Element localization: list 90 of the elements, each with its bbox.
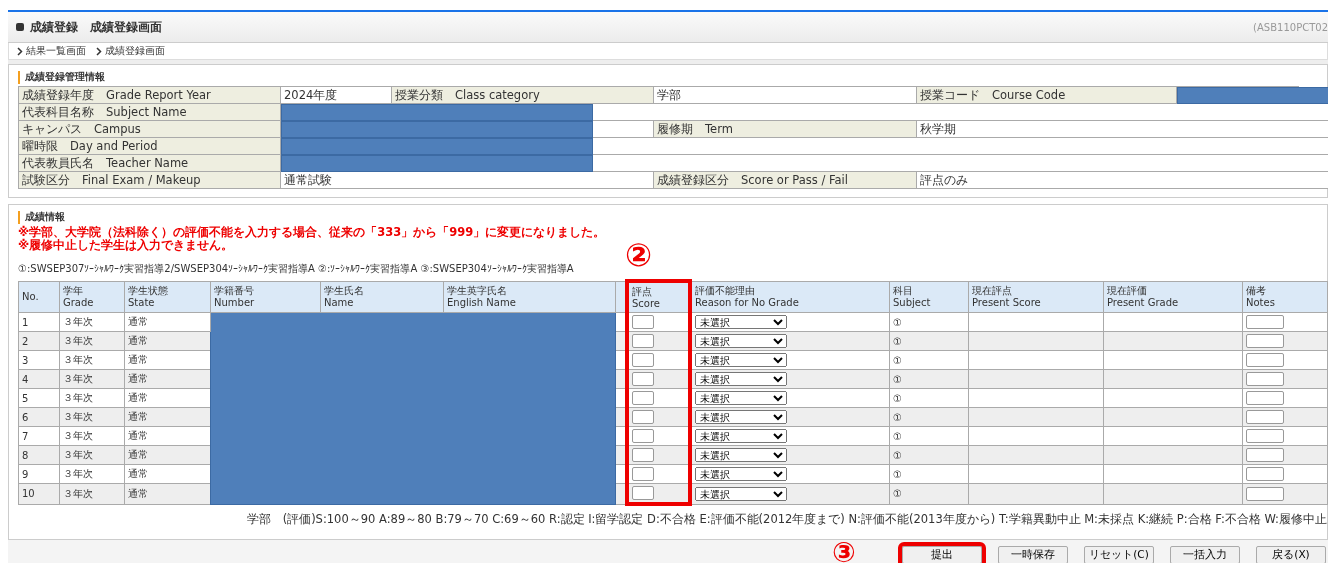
score-input[interactable] [632,486,654,500]
notes-input[interactable] [1246,372,1284,386]
callout-number: ③ [832,538,856,563]
table-cell: 1 [18,312,60,332]
reason-dropdown[interactable]: 未選択 [695,467,787,481]
reason-dropdown[interactable]: 未選択 [695,353,787,367]
notes-input[interactable] [1246,486,1284,501]
column-header: 学年 Grade [59,281,125,313]
chevron-icon [17,46,23,56]
score-input[interactable] [632,467,654,481]
field-value: 学部 [654,87,917,104]
column-header: 現在評点 Present Score [968,281,1104,313]
table-cell: ① [889,312,969,332]
field-label: キャンパス Campus [19,121,281,138]
notice-text: ※履修中止した学生は入力できません。 [18,239,234,252]
reason-dropdown[interactable]: 未選択 [695,410,787,424]
table-cell: 通常 [124,312,211,332]
table-cell: ① [889,350,969,370]
action-button[interactable]: リセット(C) [1084,546,1154,563]
table-cell: ３年次 [59,464,125,484]
field-label: 成績登録年度 Grade Report Year [19,87,281,104]
section-title: 成績情報 [18,211,1327,224]
field-label: 試験区分 Final Exam / Makeup [19,172,281,189]
reason-dropdown[interactable]: 未選択 [695,334,787,348]
notes-input[interactable] [1246,334,1284,348]
table-cell: 10 [18,483,60,504]
score-input[interactable] [632,334,654,348]
column-header: 評価不能理由 Reason for No Grade [690,281,890,313]
score-input[interactable] [632,372,654,386]
score-input[interactable] [632,429,654,443]
table-cell: ３年次 [59,426,125,446]
page-title: 成績登録 成績登録画面 [30,18,162,36]
score-input[interactable] [632,391,654,405]
field-label: 代表科目名称 Subject Name [19,104,281,121]
notes-input[interactable] [1246,448,1284,462]
score-input[interactable] [632,448,654,462]
table-cell: 9 [18,464,60,484]
action-button[interactable]: 戻る(X) [1256,546,1326,563]
field-label: 代表教員氏名 Teacher Name [19,155,281,172]
notes-input[interactable] [1246,391,1284,405]
field-value: 評点のみ [917,172,1328,189]
column-header: 学生状態 State [124,281,211,313]
notes-input[interactable] [1246,429,1284,443]
column-header: 学生氏名 Name [320,281,444,313]
notes-input[interactable] [1246,410,1284,424]
column-header: No. [18,281,60,313]
column-header: 学籍番号 Number [210,281,321,313]
table-cell: 5 [18,388,60,408]
breadcrumb-link[interactable]: 結果一覧画面 [17,44,86,58]
table-cell: ① [889,388,969,408]
field-value: 2024年度 [281,87,392,104]
table-cell: ① [889,426,969,446]
field-label: 授業分類 Class category [392,87,654,104]
field-label: 成績登録区分 Score or Pass / Fail [654,172,917,189]
reason-dropdown[interactable]: 未選択 [695,391,787,405]
score-input[interactable] [632,315,654,329]
field-label: 曜時限 Day and Period [19,138,281,155]
table-cell: ① [889,464,969,484]
grade-legend: 学部 (評価)S:100～90 A:89～80 B:79～70 C:69～60 R:認定 I:留学認定 D:不合格 E:評価不能(2012年度まで) N:評価不能(2013年度から) T:学籍異動中止 M:未採点 K:継続 P:合格 F:不合格 W:履修中止 [18,512,1327,527]
score-input[interactable] [632,353,654,367]
reason-dropdown[interactable]: 未選択 [695,315,787,329]
table-cell: 3 [18,350,60,370]
column-header: 科目 Subject [889,281,969,313]
field-value: 通常試験 [281,172,654,189]
notes-input[interactable] [1246,353,1284,367]
reason-dropdown[interactable]: 未選択 [695,372,787,386]
field-value: 秋学期 [917,121,1328,138]
score-input[interactable] [632,410,654,424]
reason-dropdown[interactable]: 未選択 [695,448,787,462]
square-icon [16,23,24,31]
column-header: 備考 Notes [1242,281,1328,313]
breadcrumb-link[interactable]: 成績登録画面 [96,44,165,58]
notice-text: ※学部、大学院（法科除く）の評価不能を入力する場合、従来の「333」から「999」に変更になりました。 [18,226,607,239]
reason-dropdown[interactable]: 未選択 [695,486,787,501]
column-header: 現在評価 Present Grade [1103,281,1243,313]
action-button[interactable]: 一時保存 [998,546,1068,563]
section-title: 成績登録管理情報 [18,71,1299,84]
notes-input[interactable] [1246,315,1284,329]
table-cell: ３年次 [59,312,125,332]
column-header: 学生英字氏名 English Name [443,281,616,313]
field-label: 授業コード Course Code [917,87,1177,104]
table-cell: ３年次 [59,350,125,370]
screen-id: (ASB110PCT02 [1253,21,1328,33]
field-label: 履修期 Term [654,121,917,138]
table-cell: ３年次 [59,388,125,408]
action-button[interactable]: 一括入力 [1170,546,1240,563]
table-cell: 7 [18,426,60,446]
chevron-icon [96,46,102,56]
notes-input[interactable] [1246,467,1284,481]
reason-dropdown[interactable]: 未選択 [695,429,787,443]
